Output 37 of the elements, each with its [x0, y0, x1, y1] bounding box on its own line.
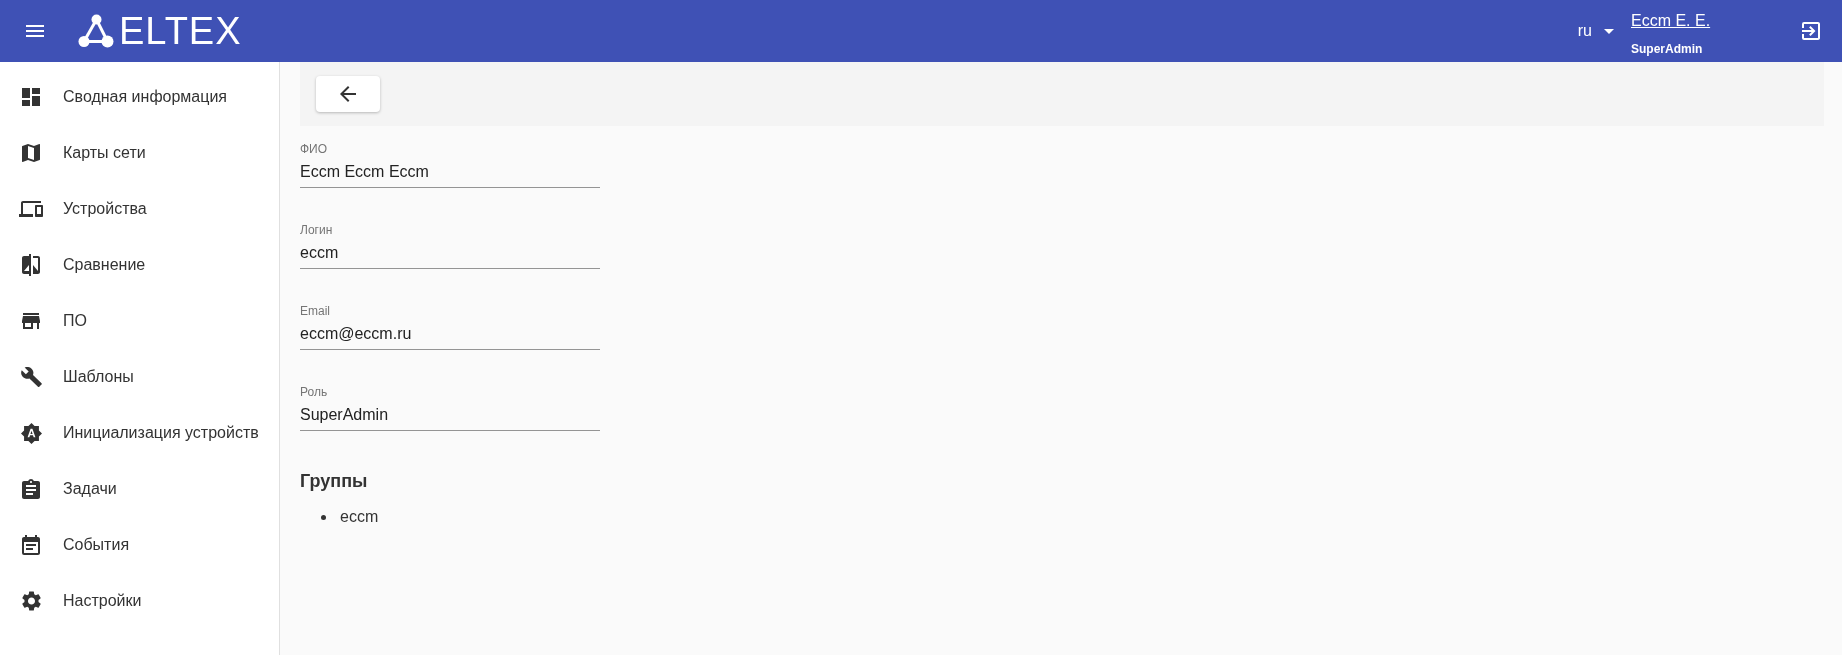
sidebar-item[interactable]: Настройки [0, 573, 279, 629]
devices-icon [19, 201, 43, 217]
back-button[interactable] [316, 76, 380, 112]
language-select[interactable]: ru [1577, 13, 1614, 49]
text-field[interactable]: ФИО Eccm Eccm Eccm [300, 141, 600, 188]
text-field[interactable]: Email eccm@eccm.ru [300, 303, 600, 350]
sidebar-item[interactable]: Инициализация устройств [0, 405, 279, 461]
settings-icon [21, 591, 41, 611]
sidebar-item[interactable]: Задачи [0, 461, 279, 517]
sidebar-item[interactable]: Сравнение [0, 237, 279, 293]
exit-icon [1802, 22, 1820, 40]
wrench-icon [20, 367, 42, 387]
logo-text: ELTEX [119, 12, 242, 50]
sidebar-item[interactable]: Сводная информация [0, 69, 279, 125]
text-field[interactable]: Роль SuperAdmin [300, 384, 600, 431]
logo-icon [78, 14, 114, 48]
auto-badge-icon [20, 422, 42, 444]
sidebar-item[interactable]: Шаблоны [0, 349, 279, 405]
section-heading: Группы [300, 470, 368, 493]
map-icon [22, 144, 40, 162]
dashboard-icon [22, 88, 40, 106]
arrow-left-icon [340, 86, 356, 102]
text-field[interactable]: Логин eccm [300, 222, 600, 269]
sidebar-item[interactable]: События [0, 517, 279, 573]
clipboard-icon [22, 479, 40, 499]
store-icon [22, 313, 40, 329]
sidebar-item[interactable]: Карты сети [0, 125, 279, 181]
group-name: eccm [340, 507, 379, 527]
caret-icon [1604, 28, 1614, 34]
sidebar-item[interactable]: Устройства [0, 181, 279, 237]
sidebar-item[interactable]: ПО [0, 293, 279, 349]
menu-icon [26, 25, 44, 37]
user-name-link[interactable]: Eccm E. E. [1631, 11, 1711, 31]
compare-icon [22, 254, 40, 276]
user-role: SuperAdmin [1631, 42, 1703, 56]
calendar-icon [22, 535, 40, 555]
bullet-icon [321, 514, 326, 520]
